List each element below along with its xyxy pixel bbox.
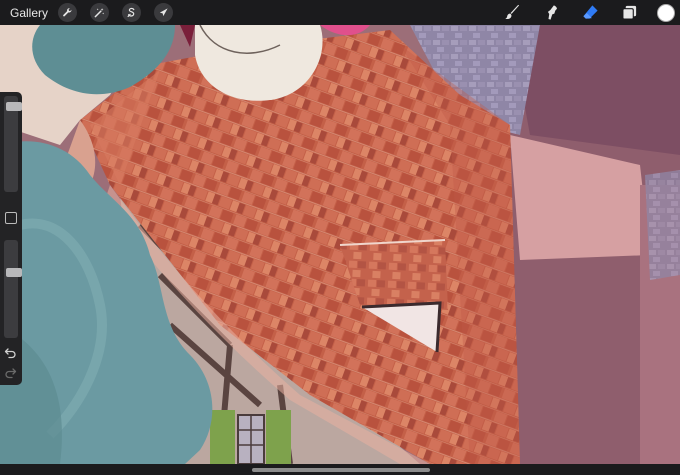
brush-icon [504, 4, 519, 20]
opacity-slider[interactable] [4, 240, 22, 338]
eraser-tool-button[interactable] [579, 2, 601, 24]
eraser-icon [582, 5, 598, 19]
artwork [0, 25, 680, 464]
selection-s-icon [127, 7, 135, 18]
magic-wand-icon [94, 8, 105, 18]
layers-button[interactable] [618, 2, 640, 24]
brush-tool-button[interactable] [501, 2, 523, 24]
redo-arrow-icon[interactable] [4, 366, 17, 379]
transform-arrow-icon [159, 8, 168, 17]
right-tool-group [501, 0, 680, 25]
brush-size-thumb[interactable] [6, 102, 22, 112]
smudge-icon [547, 5, 557, 20]
adjustments-button[interactable] [90, 3, 110, 22]
actions-button[interactable] [58, 3, 78, 22]
transform-button[interactable] [154, 3, 174, 22]
drawing-canvas[interactable] [0, 25, 680, 464]
undo-arrow-icon[interactable] [4, 346, 17, 359]
bottom-bar [0, 464, 680, 475]
smudge-tool-button[interactable] [540, 2, 562, 24]
home-indicator[interactable] [252, 468, 430, 472]
selection-button[interactable] [122, 3, 142, 22]
sidebar-tools [0, 92, 22, 385]
wrench-icon [63, 8, 72, 17]
modify-button[interactable] [5, 212, 17, 224]
gallery-button[interactable]: Gallery [10, 6, 48, 20]
brush-size-slider[interactable] [4, 96, 22, 192]
top-toolbar: Gallery [0, 0, 680, 25]
layers-icon [621, 5, 636, 20]
opacity-thumb[interactable] [6, 267, 22, 277]
color-picker-swatch[interactable] [657, 3, 675, 22]
